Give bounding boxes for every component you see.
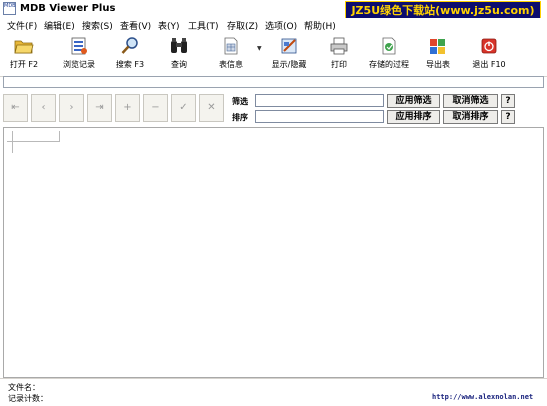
nav-delete-button[interactable]: − <box>143 94 168 122</box>
nav-first-button[interactable]: ⇤ <box>3 94 28 122</box>
exit-icon <box>481 38 497 54</box>
exit-button-label: 退出 F10 <box>472 60 506 69</box>
query-button[interactable]: 查询 <box>162 34 196 74</box>
open-button-label: 打开 F2 <box>9 60 39 69</box>
filename-label: 文件名： <box>8 383 40 392</box>
menu-view[interactable]: 查看(V) <box>120 19 151 32</box>
path-bar[interactable] <box>3 76 544 88</box>
binoculars-icon <box>171 38 187 53</box>
record-count-label: 记录计数： <box>8 394 48 403</box>
show-hide-button-label: 显示/隐藏 <box>271 60 307 69</box>
print-button[interactable]: 打印 <box>324 34 354 74</box>
cancel-filter-button[interactable]: 取消筛选 <box>443 94 498 108</box>
nav-next-button[interactable]: › <box>59 94 84 122</box>
search-button[interactable]: 搜索 F3 <box>111 34 149 74</box>
folder-open-icon <box>14 40 34 54</box>
nav-insert-button[interactable]: + <box>115 94 140 122</box>
print-button-label: 打印 <box>331 60 347 69</box>
menu-tools[interactable]: 工具(T) <box>188 19 219 32</box>
search-button-label: 搜索 F3 <box>115 60 145 69</box>
query-button-label: 查询 <box>171 60 187 69</box>
stored-procedure-button-label: 存储的过程 <box>369 60 409 69</box>
nav-last-button[interactable]: ⇥ <box>87 94 112 122</box>
exit-button[interactable]: 退出 F10 <box>469 34 509 74</box>
table-info-button-label: 表信息 <box>219 60 243 69</box>
menu-help[interactable]: 帮助(H) <box>304 19 336 32</box>
sort-label: 排序 <box>232 113 248 122</box>
menu-access[interactable]: 存取(Z) <box>227 19 258 32</box>
sort-input[interactable] <box>255 110 384 123</box>
app-icon[interactable]: MDB <box>3 2 16 15</box>
apply-sort-button[interactable]: 应用排序 <box>387 110 440 124</box>
table-info-button[interactable]: 表信息 <box>212 34 250 74</box>
search-icon <box>121 37 138 54</box>
cancel-sort-button[interactable]: 取消排序 <box>443 110 498 124</box>
nav-post-button[interactable]: ✓ <box>171 94 196 122</box>
apply-filter-button[interactable]: 应用筛选 <box>387 94 440 108</box>
browse-records-button[interactable]: 浏览记录 <box>58 34 100 74</box>
filter-label: 筛选 <box>232 97 248 106</box>
export-table-icon <box>430 39 445 54</box>
menu-search[interactable]: 搜索(S) <box>82 19 113 32</box>
status-bar: 文件名： 记录计数： http://www.alexnolan.net <box>0 378 547 406</box>
nav-cancel-button[interactable]: ✕ <box>199 94 224 122</box>
data-grid[interactable] <box>3 127 544 378</box>
menu-options[interactable]: 选项(O) <box>265 19 297 32</box>
menu-edit[interactable]: 编辑(E) <box>44 19 75 32</box>
grid-row-line <box>7 141 59 142</box>
printer-icon <box>330 37 348 55</box>
stored-procedure-button[interactable]: 存储的过程 <box>365 34 413 74</box>
export-table-button-label: 导出表 <box>426 60 450 69</box>
record-navigator: ⇤ ‹ › ⇥ + − ✓ ✕ <box>3 94 225 124</box>
open-button[interactable]: 打开 F2 <box>6 34 42 74</box>
show-hide-button[interactable]: 显示/隐藏 <box>266 34 312 74</box>
show-hide-icon <box>281 38 297 54</box>
website-link[interactable]: http://www.alexnolan.net <box>432 393 533 401</box>
table-info-dropdown-arrow[interactable]: ▼ <box>257 45 262 52</box>
table-info-icon <box>224 37 238 55</box>
menu-bar: 文件(F) 编辑(E) 搜索(S) 查看(V) 表(Y) 工具(T) 存取(Z)… <box>0 18 547 32</box>
browse-records-icon <box>71 37 87 55</box>
filter-help-button[interactable]: ? <box>501 94 515 108</box>
sort-help-button[interactable]: ? <box>501 110 515 124</box>
stored-procedure-icon <box>382 37 396 55</box>
export-table-button[interactable]: 导出表 <box>421 34 455 74</box>
title-bar: MDB MDB Viewer Plus JZ5U绿色下载站(www.jz5u.c… <box>0 0 547 20</box>
menu-file[interactable]: 文件(F) <box>7 19 37 32</box>
browse-records-button-label: 浏览记录 <box>63 60 95 69</box>
nav-prior-button[interactable]: ‹ <box>31 94 56 122</box>
menu-table[interactable]: 表(Y) <box>158 19 180 32</box>
filter-input[interactable] <box>255 94 384 107</box>
toolbar: 打开 F2 浏览记录 搜索 F3 查询 表信息 显示/隐藏 打印 存储的过程 导… <box>0 32 547 77</box>
window-title: MDB Viewer Plus <box>20 3 116 14</box>
